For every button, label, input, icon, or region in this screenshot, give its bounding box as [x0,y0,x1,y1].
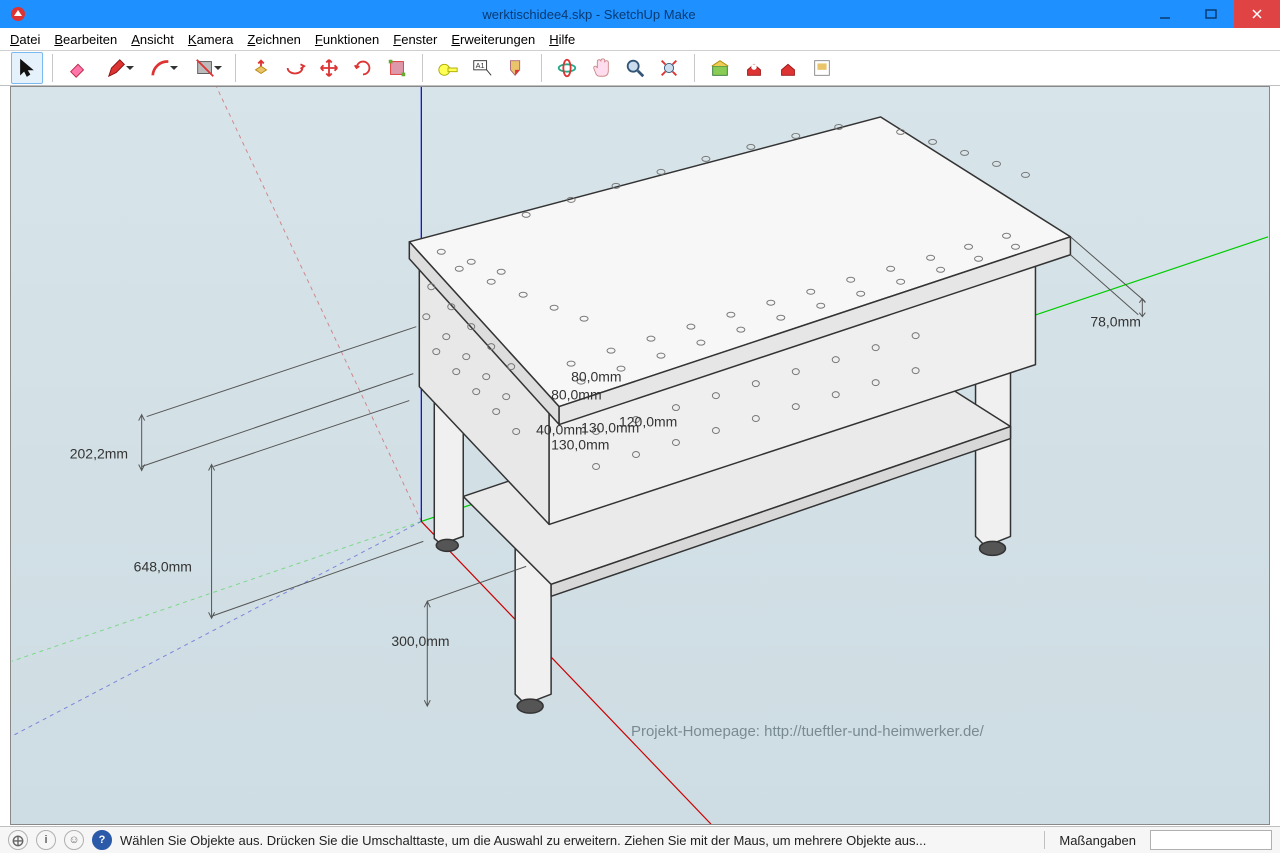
pushpull-tool[interactable] [245,52,277,84]
orbit-tool[interactable] [551,52,583,84]
offset-tool[interactable] [279,52,311,84]
info-icon[interactable]: i [36,830,56,850]
help-icon[interactable]: ? [92,830,112,850]
dim-80b: 80,0mm [551,387,601,403]
dim-78: 78,0mm [1090,314,1140,330]
arc-tool[interactable] [140,52,182,84]
zoom-extents-tool[interactable] [653,52,685,84]
svg-text:A1: A1 [476,61,485,70]
dim-648: 648,0mm [134,558,192,574]
eraser-tool[interactable] [62,52,94,84]
measurement-label: Maßangaben [1053,833,1142,848]
menu-ansicht[interactable]: Ansicht [131,32,174,47]
geo-icon[interactable]: ⨁ [8,830,28,850]
status-hint: Wählen Sie Objekte aus. Drücken Sie die … [120,833,1036,848]
menu-bearbeiten[interactable]: Bearbeiten [54,32,117,47]
window-controls [1142,0,1280,28]
warehouse-button[interactable] [704,52,736,84]
dim-120: 120,0mm [619,414,677,430]
titlebar: werktischidee4.skp - SketchUp Make [0,0,1280,28]
shapes-tool[interactable] [184,52,226,84]
share-button[interactable] [772,52,804,84]
ext-warehouse-button[interactable] [738,52,770,84]
menu-datei[interactable]: Datei [10,32,40,47]
measurement-field[interactable] [1150,830,1272,850]
pencil-tool[interactable] [96,52,138,84]
dim-80a: 80,0mm [571,369,621,385]
paint-tool[interactable] [500,52,532,84]
scale-tool[interactable] [381,52,413,84]
maximize-button[interactable] [1188,0,1234,28]
menu-zeichnen[interactable]: Zeichnen [247,32,301,47]
menu-kamera[interactable]: Kamera [188,32,234,47]
tape-tool[interactable] [432,52,464,84]
layout-button[interactable] [806,52,838,84]
app-icon [0,6,36,22]
viewport-3d[interactable]: 202,2mm 648,0mm 300,0mm 78,0mm 80,0mm 80… [10,86,1270,825]
watermark-text: Projekt-Homepage: http://tueftler-und-he… [631,723,985,740]
dim-202: 202,2mm [70,445,128,461]
menu-funktionen[interactable]: Funktionen [315,32,379,47]
dim-130b: 130,0mm [551,437,609,453]
dim-40: 40,0mm [536,422,586,438]
minimize-button[interactable] [1142,0,1188,28]
pan-tool[interactable] [585,52,617,84]
menu-erweiterungen[interactable]: Erweiterungen [451,32,535,47]
rotate-tool[interactable] [347,52,379,84]
menu-fenster[interactable]: Fenster [393,32,437,47]
statusbar: ⨁ i ☺ ? Wählen Sie Objekte aus. Drücken … [0,826,1280,853]
select-tool[interactable] [11,52,43,84]
window-title: werktischidee4.skp - SketchUp Make [36,7,1142,22]
menu-hilfe[interactable]: Hilfe [549,32,575,47]
close-button[interactable] [1234,0,1280,28]
move-tool[interactable] [313,52,345,84]
text-tool[interactable]: A1 [466,52,498,84]
dim-300: 300,0mm [391,633,449,649]
zoom-tool[interactable] [619,52,651,84]
menubar: Datei Bearbeiten Ansicht Kamera Zeichnen… [0,28,1280,51]
user-icon[interactable]: ☺ [64,830,84,850]
toolbar: A1 [0,51,1280,86]
